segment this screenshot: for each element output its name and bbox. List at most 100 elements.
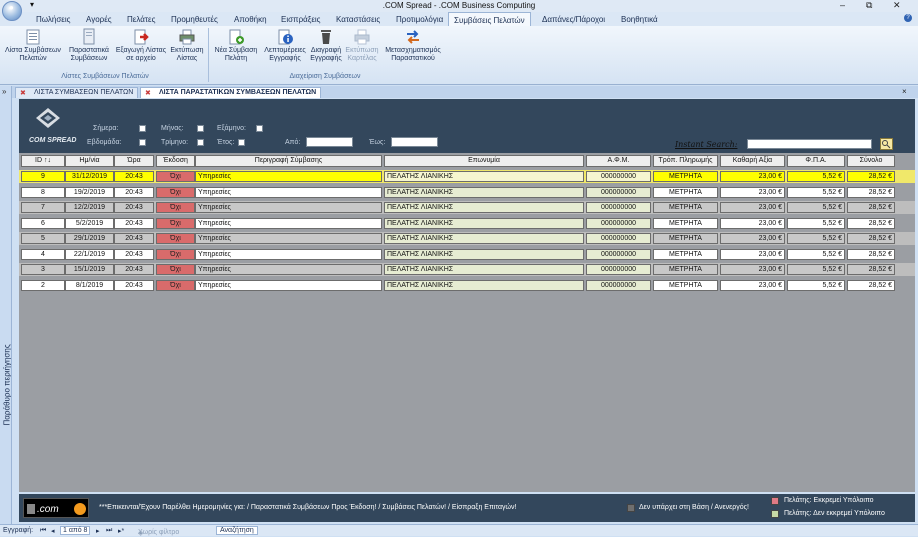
cell-net-value: 23,00 € (720, 186, 785, 198)
cell-afm: 000000000 (586, 279, 651, 291)
cell-payment-method: ΜΕΤΡΗΤΑ (653, 264, 718, 275)
column-header-customer-name[interactable]: Επωνυμία (384, 155, 584, 167)
delete-record-button[interactable]: Διαγραφή Εγγραφής (309, 28, 343, 63)
app-menu-button[interactable]: ● (2, 1, 22, 21)
dotcom-logo: .com (23, 498, 89, 518)
tab-sales[interactable]: Πωλήσεις (36, 15, 70, 24)
column-header-total[interactable]: Σύνολο (847, 155, 895, 167)
column-header-date[interactable]: Ημ/νία (65, 155, 114, 167)
close-button[interactable]: ✕ (893, 0, 901, 11)
tab-suppliers[interactable]: Προμηθευτές (171, 15, 218, 24)
contracts-list-label-1: Λίστα Συμβάσεων (5, 47, 61, 54)
cell-description: Υπηρεσίες (195, 264, 382, 275)
print-list-button[interactable]: Εκτύπωση Λίστας (168, 28, 206, 63)
column-header-net-value[interactable]: Καθαρή Αξία (720, 155, 785, 167)
print-card-label-2: Καρτέλας (347, 55, 377, 62)
cell-description: Υπηρεσίες (195, 248, 382, 260)
close-tab-icon[interactable]: ✖ (145, 89, 151, 97)
new-record-button[interactable]: ▸* (118, 527, 124, 535)
table-row[interactable]: 9 31/12/2019 20:43 Όχι Υπηρεσίες ΠΕΛΑΤΗΣ ΛΙΑΝ… (19, 170, 915, 183)
cell-issued[interactable]: Όχι (156, 264, 195, 275)
doc-tab-contracts-list[interactable]: ✖ ΛΙΣΤΑ ΣΥΜΒΑΣΕΩΝ ΠΕΛΑΤΩΝ (15, 87, 139, 98)
column-header-payment-method[interactable]: Τρόπ. Πληρωμής (653, 155, 718, 167)
minimize-button[interactable]: – (840, 0, 845, 10)
convert-document-button[interactable]: Μετασχηματισμός Παραστατικού (381, 28, 445, 63)
tab-purchases[interactable]: Αγορές (86, 15, 112, 24)
semester-checkbox[interactable] (256, 125, 263, 132)
table-row[interactable]: 3 15/1/2019 20:43 Όχι Υπηρεσίες ΠΕΛΑΤΗΣ ΛΙΑΝΙ… (19, 263, 915, 276)
cell-net-value: 23,00 € (720, 217, 785, 229)
year-checkbox[interactable] (238, 139, 245, 146)
column-header-description[interactable]: Περιγραφή Σύμβασης (195, 155, 382, 167)
table-row[interactable]: 8 19/2/2019 20:43 Όχι Υπηρεσίες ΠΕΛΑΤΗΣ ΛΙΑΝΙ… (19, 185, 915, 199)
cell-issued[interactable]: Όχι (156, 217, 195, 229)
delete-record-label-1: Διαγραφή (310, 47, 342, 54)
previous-record-button[interactable]: ◂ (51, 527, 55, 535)
tab-receipts[interactable]: Εισπράξεις (281, 15, 321, 24)
last-record-button[interactable]: ⏭ (106, 527, 112, 535)
tab-customer-contracts[interactable]: Συμβάσεις Πελατών (448, 12, 531, 26)
cell-issued[interactable]: Όχι (156, 248, 195, 260)
cell-payment-method: ΜΕΤΡΗΤΑ (653, 186, 718, 198)
expand-pane-icon[interactable]: » (2, 87, 6, 96)
search-icon (882, 140, 891, 149)
expiry-note: ***Επικεινται/Έχουν Παρέλθει Ημερομηνίες… (99, 504, 517, 511)
contract-documents-button[interactable]: Παραστατικά Συμβάσεων (64, 28, 114, 63)
cell-time: 20:43 (114, 186, 154, 198)
cell-time: 20:43 (114, 233, 154, 244)
table-row[interactable]: 6 5/2/2019 20:43 Όχι Υπηρεσίες ΠΕΛΑΤΗΣ ΛΙΑΝΙΚ… (19, 216, 915, 230)
cell-date: 31/12/2019 (65, 171, 114, 182)
new-contract-button[interactable]: Νέα Σύμβαση Πελάτη (211, 28, 261, 63)
search-button[interactable] (880, 138, 893, 150)
print-card-button[interactable]: Εκτύπωση Καρτέλας (343, 28, 381, 63)
cell-issued[interactable]: Όχι (156, 171, 195, 182)
export-list-button[interactable]: Εξαγωγή Λίστας σε αρχείο (114, 28, 168, 63)
from-date-input[interactable] (306, 137, 353, 147)
cell-description: Υπηρεσίες (195, 171, 382, 182)
to-date-input[interactable] (391, 137, 438, 147)
column-header-vat[interactable]: Φ.Π.Α. (787, 155, 845, 167)
table-row[interactable]: 2 8/1/2019 20:43 Όχι Υπηρεσίες ΠΕΛΑΤΗΣ ΛΙΑΝΙΚ… (19, 278, 915, 292)
column-header-id[interactable]: ID ↑↓ (21, 155, 65, 167)
month-checkbox[interactable] (197, 125, 204, 132)
column-header-time[interactable]: Ώρα (114, 155, 154, 167)
tab-quotes[interactable]: Προτιμολόγια (396, 15, 443, 24)
tab-warehouse[interactable]: Αποθήκη (234, 15, 267, 24)
cell-issued[interactable]: Όχι (156, 279, 195, 291)
first-record-button[interactable]: ⏮ (40, 527, 46, 535)
contracts-list-button[interactable]: Λίστα Συμβάσεων Πελατών (2, 28, 64, 63)
tab-helpers[interactable]: Βοηθητικά (621, 15, 658, 24)
table-row[interactable]: 5 29/1/2019 20:43 Όχι Υπηρεσίες ΠΕΛΑΤΗΣ ΛΙΑΝΙ… (19, 232, 915, 245)
record-details-button[interactable]: Λεπτομέρειες Εγγραφής (261, 28, 309, 63)
export-list-label-1: Εξαγωγή Λίστας (115, 47, 167, 54)
column-header-afm[interactable]: Α.Φ.Μ. (586, 155, 651, 167)
close-document-icon[interactable]: × (902, 87, 907, 96)
cell-issued[interactable]: Όχι (156, 233, 195, 244)
today-checkbox[interactable] (139, 125, 146, 132)
help-icon[interactable]: ? (904, 14, 912, 22)
tab-stores[interactable]: Καταστάσεις (336, 15, 380, 24)
cell-payment-method: ΜΕΤΡΗΤΑ (653, 202, 718, 213)
quarter-checkbox[interactable] (197, 139, 204, 146)
week-checkbox[interactable] (139, 139, 146, 146)
cell-issued[interactable]: Όχι (156, 202, 195, 213)
search-box[interactable]: Αναζήτηση (216, 526, 258, 535)
restore-button[interactable]: ⧉ (866, 0, 872, 11)
list-icon (24, 28, 42, 46)
table-row[interactable]: 7 12/2/2019 20:43 Όχι Υπηρεσίες ΠΕΛΑΤΗΣ ΛΙΑΝΙ… (19, 201, 915, 214)
instant-search-input[interactable] (747, 139, 872, 149)
cell-issued[interactable]: Όχι (156, 186, 195, 198)
legend-missing-label: Δεν υπάρχει στη Βάση / Ανενεργός! (639, 504, 749, 511)
close-tab-icon[interactable]: ✖ (20, 89, 26, 97)
cell-id: 6 (21, 217, 65, 229)
next-record-button[interactable]: ▸ (96, 527, 100, 535)
cell-total: 28,52 € (847, 217, 895, 229)
tab-expenses[interactable]: Δαπάνες/Πάροχοι (542, 15, 605, 24)
column-header-issued[interactable]: Έκδοση (156, 155, 195, 167)
navigation-pane[interactable]: » Παράθυρο περιήγησης (0, 86, 12, 536)
record-position[interactable]: 1 από 8 (60, 526, 91, 535)
legend-clear-swatch (771, 510, 779, 518)
doc-tab-contract-documents[interactable]: ✖ ΛΙΣΤΑ ΠΑΡΑΣΤΑΤΙΚΩΝ ΣΥΜΒΑΣΕΩΝ ΠΕΛΑΤΩΝ (140, 87, 322, 98)
table-row[interactable]: 4 22/1/2019 20:43 Όχι Υπηρεσίες ΠΕΛΑΤΗΣ ΛΙΑΝΙ… (19, 247, 915, 261)
tab-customers[interactable]: Πελάτες (127, 15, 155, 24)
